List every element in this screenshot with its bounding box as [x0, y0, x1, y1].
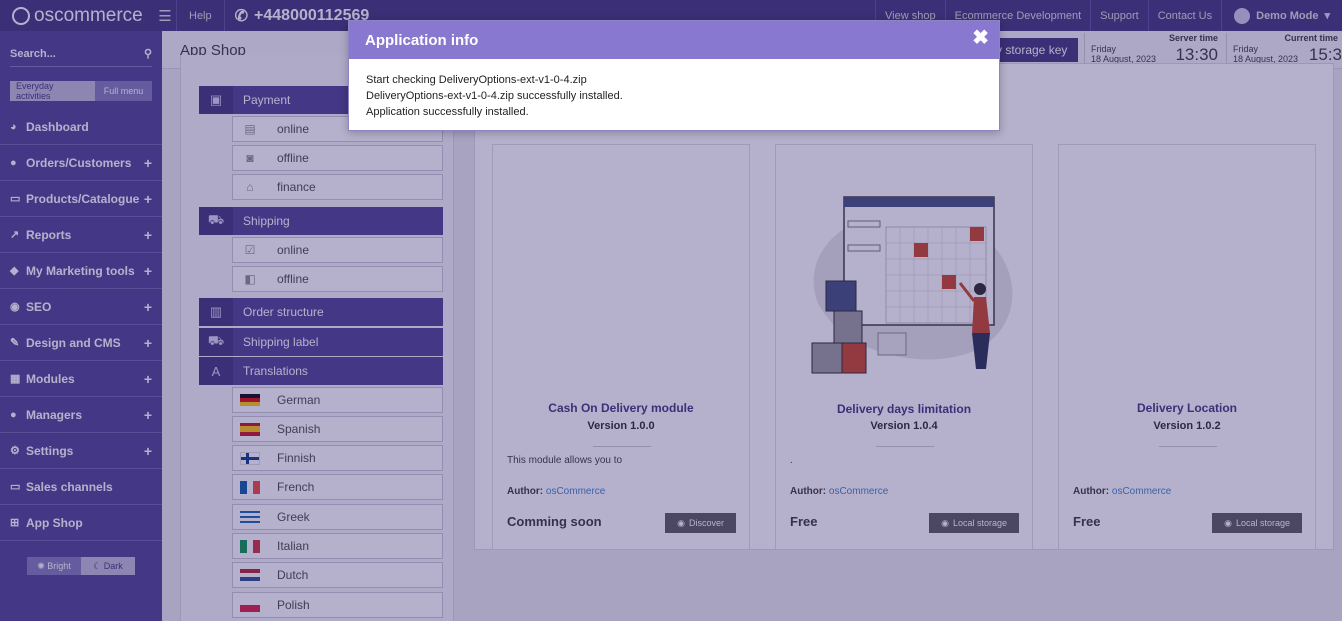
- dialog-header: Application info ✖: [349, 21, 999, 59]
- dialog-message-line: DeliveryOptions-ext-v1-0-4.zip successfu…: [366, 90, 623, 102]
- application-info-dialog: Application info ✖ Start checking Delive…: [348, 20, 1000, 131]
- dialog-message-line: Start checking DeliveryOptions-ext-v1-0-…: [366, 74, 587, 86]
- dialog-body: Start checking DeliveryOptions-ext-v1-0-…: [349, 59, 999, 133]
- close-icon[interactable]: ✖: [972, 28, 989, 48]
- dialog-title: Application info: [365, 31, 479, 49]
- dialog-message-line: Application successfully installed.: [366, 106, 529, 118]
